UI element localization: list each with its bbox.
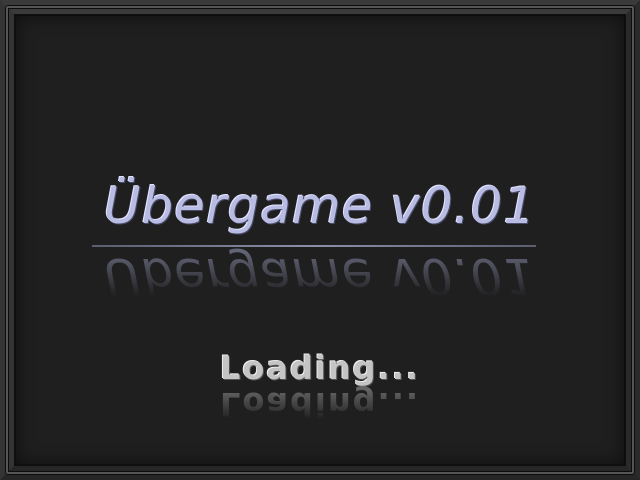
loading-text: Loading... (220, 349, 420, 387)
game-title-reflection: Übergame v0.01 (103, 247, 537, 305)
loading-text-reflection: Loading... (220, 385, 420, 423)
game-title: Übergame v0.01 (103, 177, 537, 235)
loading-screen: Übergame v0.01 Übergame v0.01 Loading...… (0, 0, 640, 480)
